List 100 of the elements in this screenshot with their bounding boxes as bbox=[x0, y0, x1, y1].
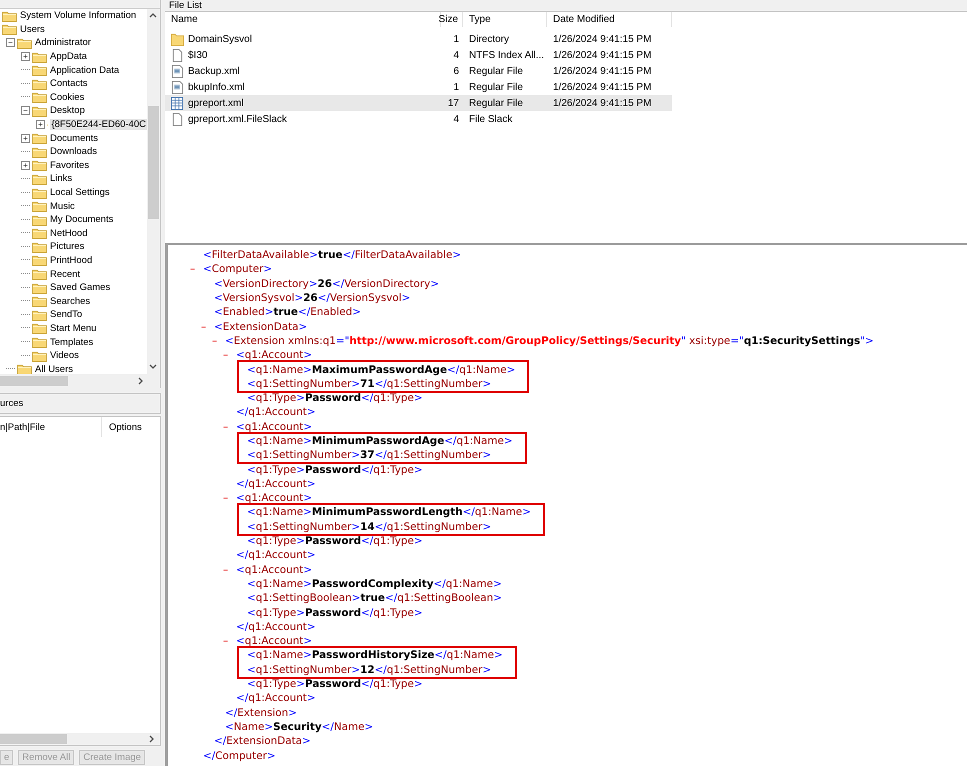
xml-line: <q1:SettingNumber>14</q1:SettingNumber> bbox=[247, 520, 492, 533]
file-name: DomainSysvol bbox=[188, 34, 252, 44]
tree-item[interactable]: My Documents bbox=[49, 214, 114, 226]
connector-line bbox=[21, 69, 30, 72]
connector-line bbox=[21, 150, 30, 153]
connector-line bbox=[21, 205, 30, 208]
tree-item[interactable]: {8F50E244-ED60-40C bbox=[50, 119, 147, 130]
expander-box[interactable]: − bbox=[21, 106, 30, 116]
connector-line bbox=[6, 368, 15, 370]
tree-item[interactable]: Links bbox=[49, 173, 74, 184]
tree-item[interactable]: Cookies bbox=[49, 92, 86, 103]
xml-line: <Enabled>true</Enabled> bbox=[214, 306, 361, 318]
xml-line: <q1:Account> bbox=[236, 635, 312, 648]
panel-title: File List bbox=[169, 0, 202, 11]
collapse-toggle[interactable]: – bbox=[190, 263, 203, 276]
tree-item[interactable]: Desktop bbox=[49, 105, 86, 116]
tree-item[interactable]: Users bbox=[19, 24, 46, 35]
tree-item[interactable]: Favorites bbox=[49, 160, 90, 171]
tree-item[interactable]: NetHood bbox=[49, 228, 88, 239]
vertical-scrollbar[interactable] bbox=[147, 9, 160, 374]
connector-line bbox=[21, 273, 30, 276]
expander-box[interactable]: − bbox=[6, 38, 15, 48]
column-header[interactable]: Date Modified bbox=[547, 12, 672, 27]
file-row[interactable]: $I30 4 NTFS Index All... 1/26/2024 9:41:15 PM bbox=[165, 47, 672, 63]
tree-item[interactable]: Searches bbox=[49, 296, 92, 307]
tree-item[interactable]: Local Settings bbox=[49, 187, 111, 198]
tree-item[interactable]: Downloads bbox=[49, 146, 98, 158]
tree-item[interactable]: Documents bbox=[49, 132, 100, 144]
scrollbar-thumb[interactable] bbox=[0, 376, 68, 386]
tree-item[interactable]: Videos bbox=[49, 350, 80, 362]
xml-line: <Computer> bbox=[203, 263, 272, 276]
collapse-toggle[interactable]: – bbox=[223, 635, 236, 648]
xml-line: <q1:SettingNumber>12</q1:SettingNumber> bbox=[247, 664, 492, 676]
tree-item[interactable]: Pictures bbox=[49, 241, 86, 252]
file-name: gpreport.xml.FileSlack bbox=[188, 114, 287, 124]
xml-line: <q1:SettingNumber>37</q1:SettingNumber> bbox=[247, 449, 492, 462]
xml-line: </Computer> bbox=[203, 750, 276, 762]
panel-title: urces bbox=[0, 398, 24, 409]
horizontal-scrollbar[interactable] bbox=[0, 374, 160, 388]
file-row[interactable]: DomainSysvol 1 Directory 1/26/2024 9:41:15 PM bbox=[165, 31, 672, 47]
grid-document-icon bbox=[171, 96, 184, 110]
column-header[interactable]: Options bbox=[102, 417, 142, 437]
column-header[interactable]: Type bbox=[463, 12, 547, 27]
file-row[interactable]: gpreport.xml 17 Regular File 1/26/2024 9:41:15 PM bbox=[165, 95, 672, 111]
xml-line: <Name>Security</Name> bbox=[225, 720, 374, 733]
tree-item[interactable]: Administrator bbox=[34, 37, 92, 48]
xml-line: </q1:Account> bbox=[236, 620, 316, 633]
file-name: $I30 bbox=[188, 50, 208, 60]
xml-line: <q1:Name>PasswordHistorySize</q1:Name> bbox=[247, 649, 503, 662]
file-name: Backup.xml bbox=[188, 66, 240, 76]
expander-box[interactable]: + bbox=[21, 52, 30, 62]
file-type: Regular File bbox=[469, 66, 523, 76]
xml-line: <q1:Name>PasswordComplexity</q1:Name> bbox=[247, 578, 502, 590]
file-size: 6 bbox=[453, 66, 459, 76]
scrollbar-thumb[interactable] bbox=[0, 734, 67, 744]
collapse-toggle[interactable]: – bbox=[212, 334, 225, 347]
expander-box[interactable]: + bbox=[21, 134, 30, 143]
collapse-toggle[interactable]: – bbox=[223, 420, 236, 433]
collapse-toggle[interactable]: – bbox=[223, 564, 236, 576]
expander-box[interactable]: + bbox=[36, 120, 45, 130]
file-row[interactable]: Backup.xml 6 Regular File 1/26/2024 9:41:15 PM bbox=[165, 63, 672, 79]
column-header[interactable]: Size bbox=[441, 12, 463, 27]
file-row[interactable]: gpreport.xml.FileSlack 4 File Slack bbox=[165, 111, 672, 127]
tree-item[interactable]: Recent bbox=[49, 268, 82, 280]
scrollbar-thumb[interactable] bbox=[148, 106, 159, 219]
file-size: 4 bbox=[453, 50, 459, 60]
column-header[interactable]: n|Path|File bbox=[0, 417, 102, 437]
file-size: 4 bbox=[453, 114, 459, 124]
file-name: bkupInfo.xml bbox=[188, 82, 245, 92]
date-modified: 1/26/2024 9:41:15 PM bbox=[553, 98, 652, 108]
xml-line: </q1:Account> bbox=[236, 549, 316, 562]
tree-item[interactable]: AppData bbox=[49, 51, 88, 62]
horizontal-scrollbar[interactable] bbox=[0, 733, 160, 745]
xml-line: <q1:SettingBoolean>true</q1:SettingBoolean> bbox=[247, 592, 502, 604]
tree-item[interactable]: Contacts bbox=[49, 78, 88, 90]
collapse-toggle[interactable]: – bbox=[201, 320, 214, 333]
xml-line: <q1:Name>MinimumPasswordAge</q1:Name> bbox=[247, 435, 513, 447]
xml-line: <q1:Account> bbox=[236, 564, 312, 576]
tree-item[interactable]: Templates bbox=[49, 336, 94, 348]
xml-line: <q1:Type>Password</q1:Type> bbox=[247, 464, 423, 476]
connector-line bbox=[21, 341, 30, 344]
connector-line bbox=[21, 354, 30, 357]
tree-item[interactable]: SendTo bbox=[49, 309, 84, 320]
connector-line bbox=[21, 192, 30, 194]
file-type: Regular File bbox=[469, 98, 523, 108]
expander-box[interactable]: + bbox=[21, 160, 30, 170]
tree-item[interactable]: System Volume Information bbox=[19, 10, 138, 22]
tree-item[interactable]: Application Data bbox=[49, 64, 120, 76]
collapse-toggle[interactable]: – bbox=[223, 349, 236, 362]
tree-item[interactable]: All Users bbox=[34, 364, 74, 374]
tree-item[interactable]: Music bbox=[49, 200, 76, 212]
tree-item[interactable]: PrintHood bbox=[49, 254, 94, 266]
file-size: 1 bbox=[453, 82, 459, 92]
file-size: 1 bbox=[453, 34, 459, 44]
collapse-toggle[interactable]: – bbox=[223, 492, 236, 504]
tree-item[interactable]: Saved Games bbox=[49, 282, 112, 294]
file-row[interactable]: bkupInfo.xml 1 Regular File 1/26/2024 9:41:15 PM bbox=[165, 79, 672, 95]
tree-item[interactable]: Start Menu bbox=[49, 322, 98, 334]
connector-line bbox=[21, 300, 30, 302]
xml-line: <q1:Account> bbox=[236, 420, 312, 433]
